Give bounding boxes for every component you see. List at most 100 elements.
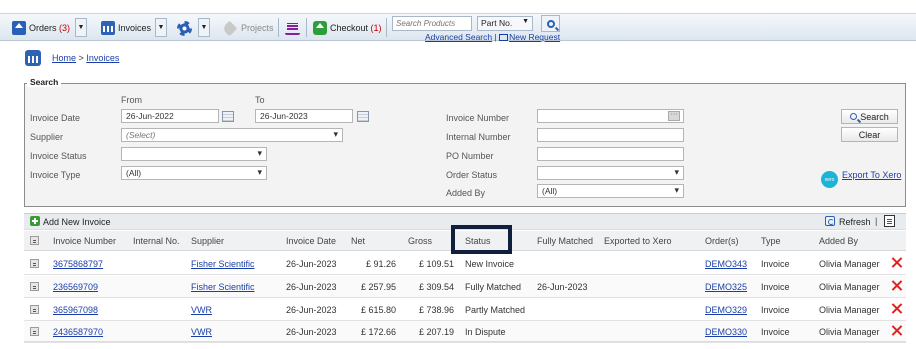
settings-button[interactable] bbox=[177, 18, 192, 38]
checkout-button[interactable]: Checkout (1) bbox=[313, 18, 382, 38]
order-link[interactable]: DEMO343 bbox=[705, 259, 747, 269]
lookup-icon[interactable]: ··· bbox=[668, 111, 680, 121]
invoice-number-field[interactable]: ··· bbox=[537, 109, 684, 123]
col-type[interactable]: Type bbox=[761, 236, 781, 246]
table-row[interactable]: 2436587970 VWR 26-Jun-2023 £ 172.66 £ 20… bbox=[24, 321, 906, 343]
order-link[interactable]: DEMO329 bbox=[705, 305, 747, 315]
invoice-date-to-field[interactable]: 26-Jun-2023 bbox=[255, 109, 353, 123]
internal-number-field[interactable] bbox=[537, 128, 684, 142]
add-new-invoice-button[interactable]: Add New Invoice bbox=[43, 217, 111, 227]
status-cell: Fully Matched bbox=[465, 282, 522, 292]
magnifier-icon bbox=[546, 19, 555, 28]
supplier-link[interactable]: Fisher Scientific bbox=[191, 282, 255, 292]
chevron-down-icon: ▼ bbox=[200, 24, 208, 31]
toolbar-pipe: | bbox=[875, 216, 878, 226]
excel-export-icon[interactable] bbox=[884, 215, 895, 227]
expand-row-icon[interactable] bbox=[30, 305, 39, 314]
delete-icon[interactable] bbox=[891, 280, 902, 291]
export-to-xero-link[interactable]: Export To Xero bbox=[842, 170, 901, 180]
po-number-field[interactable] bbox=[537, 147, 684, 161]
orders-count-badge: (3) bbox=[59, 23, 71, 33]
order-link[interactable]: DEMO325 bbox=[705, 282, 747, 292]
supplier-label: Supplier bbox=[30, 132, 64, 142]
supplier-link[interactable]: VWR bbox=[191, 305, 212, 315]
added-by-cell: Olivia Manager bbox=[819, 327, 880, 337]
add-icon[interactable] bbox=[30, 216, 40, 226]
grid-bottom-border bbox=[24, 341, 906, 342]
gross-cell: £ 309.54 bbox=[418, 282, 454, 292]
col-invoice-date[interactable]: Invoice Date bbox=[286, 236, 336, 246]
expand-row-icon[interactable] bbox=[30, 327, 39, 336]
envelope-icon bbox=[499, 34, 509, 41]
orders-dropdown-button[interactable]: ▼ bbox=[75, 18, 87, 37]
calendar-icon[interactable] bbox=[222, 111, 234, 122]
invoices-button[interactable]: Invoices bbox=[101, 18, 151, 38]
supplier-link[interactable]: VWR bbox=[191, 327, 212, 337]
col-orders[interactable]: Order(s) bbox=[705, 236, 739, 246]
invoices-label: Invoices bbox=[118, 23, 152, 33]
col-internal-no[interactable]: Internal No. bbox=[133, 236, 180, 246]
breadcrumb-home-link[interactable]: Home bbox=[52, 53, 76, 63]
invoice-type-select[interactable]: (All) bbox=[121, 166, 267, 180]
invoice-number-link[interactable]: 236569709 bbox=[53, 282, 98, 292]
refresh-button[interactable]: Refresh bbox=[839, 217, 871, 227]
calendar-icon[interactable] bbox=[357, 111, 369, 122]
refresh-icon[interactable] bbox=[825, 216, 835, 226]
col-added-by[interactable]: Added By bbox=[819, 236, 858, 246]
expand-all-icon[interactable] bbox=[30, 236, 39, 245]
order-status-select[interactable] bbox=[537, 166, 684, 180]
col-supplier[interactable]: Supplier bbox=[191, 236, 224, 246]
invoices-dropdown-button[interactable]: ▼ bbox=[155, 18, 167, 37]
cart-icon bbox=[285, 22, 300, 35]
cart-button[interactable] bbox=[285, 18, 300, 38]
delete-icon[interactable] bbox=[891, 325, 902, 336]
status-cell: Partly Matched bbox=[465, 305, 526, 315]
orders-button[interactable]: Orders (3) bbox=[12, 18, 70, 38]
invoice-number-link[interactable]: 3675868797 bbox=[53, 259, 103, 269]
col-fully-matched[interactable]: Fully Matched bbox=[537, 236, 593, 246]
advanced-search-link[interactable]: Advanced Search bbox=[425, 32, 492, 42]
col-net[interactable]: Net bbox=[351, 236, 365, 246]
invoice-status-select[interactable] bbox=[121, 147, 267, 161]
col-gross[interactable]: Gross bbox=[408, 236, 432, 246]
net-cell: £ 615.80 bbox=[360, 305, 396, 315]
from-label: From bbox=[121, 95, 142, 105]
table-row[interactable]: 365967098 VWR 26-Jun-2023 £ 615.80 £ 738… bbox=[24, 299, 906, 321]
expand-row-icon[interactable] bbox=[30, 282, 39, 291]
product-search-button[interactable] bbox=[541, 15, 560, 32]
product-search-input[interactable] bbox=[392, 16, 472, 31]
clear-button[interactable]: Clear bbox=[841, 127, 898, 142]
supplier-link[interactable]: Fisher Scientific bbox=[191, 259, 255, 269]
projects-button[interactable]: Projects bbox=[221, 18, 274, 38]
delete-icon[interactable] bbox=[891, 257, 902, 268]
col-exported-to-xero[interactable]: Exported to Xero bbox=[604, 236, 672, 246]
breadcrumb-invoices-link[interactable]: Invoices bbox=[86, 53, 119, 63]
invoices-page-icon bbox=[25, 50, 41, 66]
invoice-status-label: Invoice Status bbox=[30, 151, 87, 161]
order-link[interactable]: DEMO330 bbox=[705, 327, 747, 337]
invoice-number-link[interactable]: 2436587970 bbox=[53, 327, 103, 337]
invoice-date-from-field[interactable]: 26-Jun-2022 bbox=[121, 109, 219, 123]
table-row[interactable]: 236569709 Fisher Scientific 26-Jun-2023 … bbox=[24, 276, 906, 298]
net-cell: £ 172.66 bbox=[360, 327, 396, 337]
new-request-link[interactable]: New Request bbox=[509, 32, 560, 42]
clear-button-label: Clear bbox=[858, 129, 881, 140]
col-invoice-number[interactable]: Invoice Number bbox=[53, 236, 116, 246]
invoice-date-label: Invoice Date bbox=[30, 113, 81, 123]
orders-label: Orders bbox=[29, 23, 57, 33]
table-row[interactable]: 3675868797 Fisher Scientific 26-Jun-2023… bbox=[24, 253, 906, 275]
search-type-select[interactable]: Part No. ▼ bbox=[477, 16, 533, 31]
expand-row-icon[interactable] bbox=[30, 259, 39, 268]
delete-icon[interactable] bbox=[891, 303, 902, 314]
added-by-cell: Olivia Manager bbox=[819, 282, 880, 292]
toolbar-divider bbox=[386, 18, 387, 37]
magnifier-icon bbox=[850, 113, 858, 120]
gross-cell: £ 738.96 bbox=[418, 305, 454, 315]
search-button[interactable]: Search bbox=[841, 109, 898, 124]
settings-dropdown-button[interactable]: ▼ bbox=[198, 18, 210, 37]
search-links: Advanced Search | New Request bbox=[425, 32, 560, 42]
type-cell: Invoice bbox=[761, 259, 790, 269]
invoice-number-link[interactable]: 365967098 bbox=[53, 305, 98, 315]
supplier-select[interactable]: (Select) bbox=[121, 128, 343, 142]
added-by-select[interactable]: (All) bbox=[537, 184, 684, 198]
